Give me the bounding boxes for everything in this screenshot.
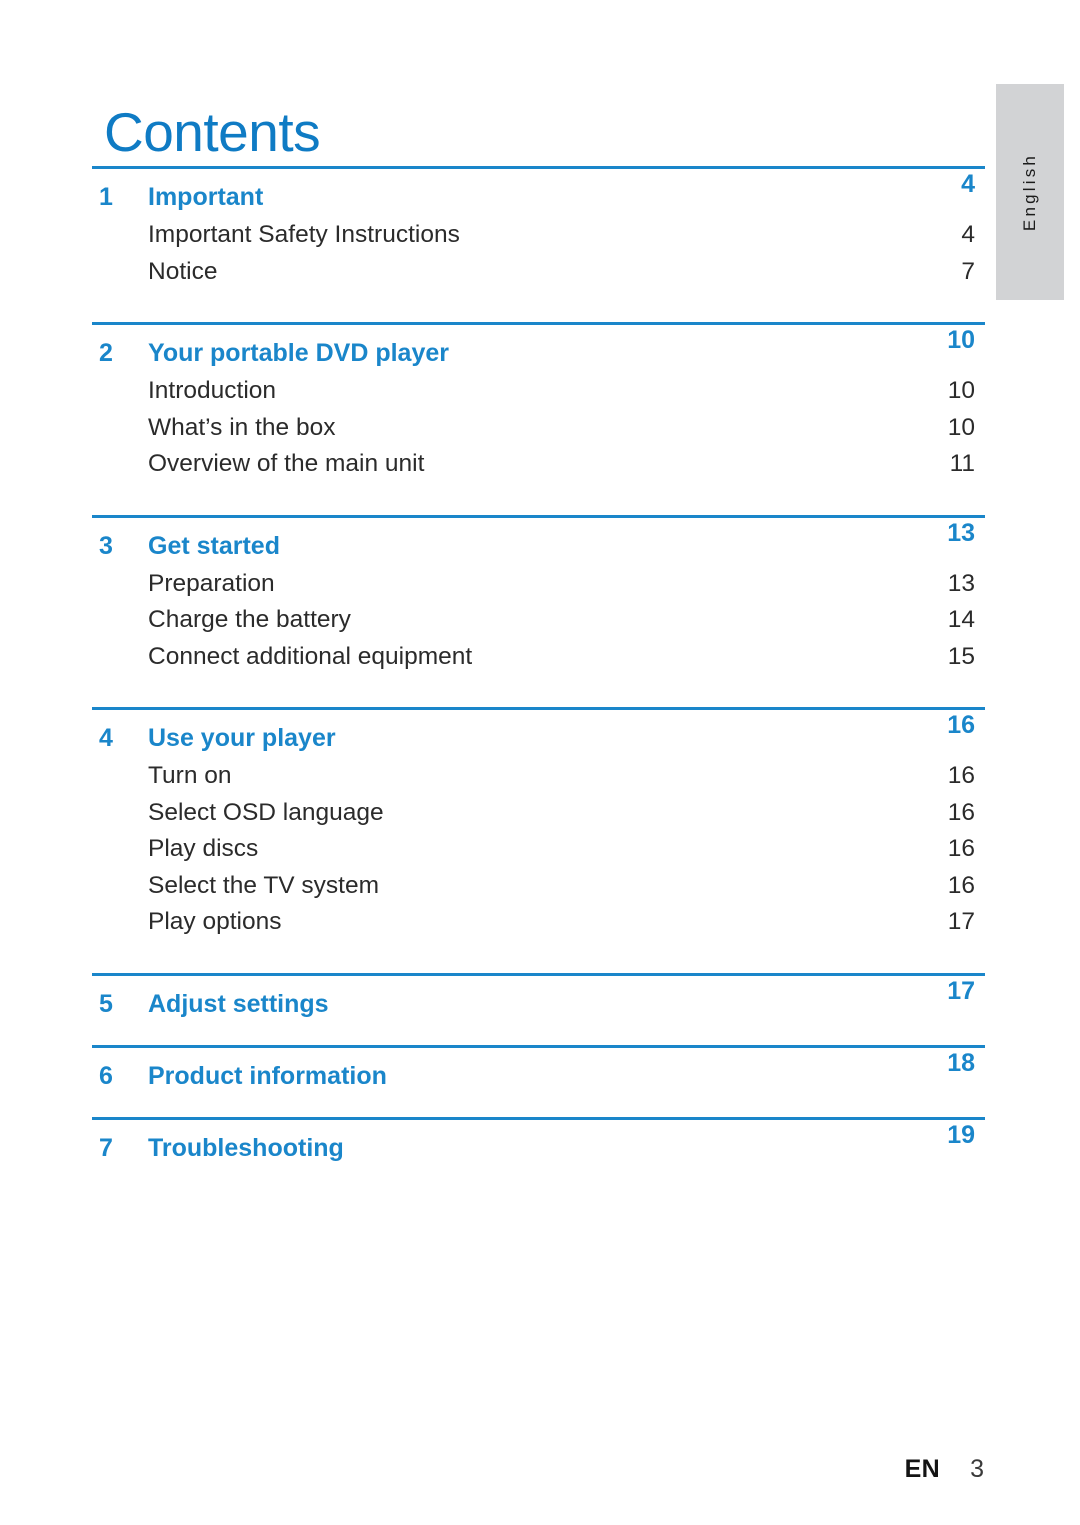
toc-section-page-number: 19	[947, 1120, 975, 1149]
toc-section: 1 Important 4 Important Safety Instructions…	[92, 166, 985, 290]
toc-subitem-page-number: 4	[961, 221, 975, 248]
toc-section-row[interactable]: 2 Your portable DVD player 10	[92, 325, 985, 368]
toc-subitem-row[interactable]: Important Safety Instructions 4	[148, 217, 985, 254]
toc-subitem-list: Important Safety Instructions 4 Notice 7	[92, 212, 985, 290]
toc-section-row[interactable]: 6 Product information 18	[92, 1048, 985, 1091]
toc-subitem-page-number: 15	[947, 642, 975, 670]
toc-subitem-row[interactable]: Introduction 10	[148, 373, 985, 410]
toc-subitem-row[interactable]: Play options 17	[148, 904, 985, 941]
page-footer: EN 3	[905, 1455, 984, 1483]
toc-section-row[interactable]: 7 Troubleshooting 19	[92, 1120, 985, 1163]
toc-section-page-number: 18	[947, 1048, 975, 1077]
table-of-contents: 1 Important 4 Important Safety Instructions…	[92, 166, 985, 1163]
toc-subitem-row[interactable]: What’s in the box 10	[148, 410, 985, 447]
toc-subitem-row[interactable]: Turn on 16	[148, 758, 985, 795]
toc-section-page-number: 4	[961, 170, 975, 198]
toc-subitem-row[interactable]: Charge the battery 14	[148, 602, 985, 639]
toc-subitem-row[interactable]: Select the TV system 16	[148, 868, 985, 905]
toc-subitem-page-number: 16	[947, 835, 975, 862]
document-page: English Contents 1 Important 4 Important Sa…	[0, 0, 1080, 1525]
toc-subitem-page-number: 11	[949, 450, 975, 477]
toc-subitem-page-number: 16	[947, 762, 975, 789]
toc-section-row[interactable]: 1 Important 4	[92, 169, 985, 212]
toc-section: 3 Get started 13 Preparation 13 Charge the ba…	[92, 514, 985, 676]
toc-subitem-row[interactable]: Overview of the main unit 11	[148, 446, 985, 483]
toc-subitem-row[interactable]: Notice 7	[148, 254, 985, 291]
toc-subitem-list: Turn on 16 Select OSD language 16 Play discs…	[92, 753, 985, 941]
toc-section-page-number: 16	[947, 711, 975, 739]
toc-subitem-page-number: 14	[947, 606, 975, 633]
toc-subitem-page-number: 16	[947, 798, 975, 826]
toc-subitem-page-number: 7	[961, 257, 975, 285]
toc-section-row[interactable]: 3 Get started 13	[92, 518, 985, 561]
toc-section-row[interactable]: 5 Adjust settings 17	[92, 976, 985, 1019]
language-tab: English	[996, 84, 1064, 300]
toc-subitem-page-number: 16	[947, 871, 975, 899]
toc-subitem-page-number: 13	[947, 569, 975, 597]
toc-subitem-list: Introduction 10 What’s in the box 10 Overvie…	[92, 368, 985, 483]
language-tab-label: English	[1020, 152, 1039, 232]
toc-section-row[interactable]: 4 Use your player 16	[92, 710, 985, 753]
footer-language-code: EN	[904, 1455, 941, 1483]
toc-section: 7 Troubleshooting 19	[92, 1116, 985, 1163]
toc-subitem-row[interactable]: Play discs 16	[148, 831, 985, 868]
toc-section: 4 Use your player 16 Turn on 16 Select OSD la…	[92, 707, 985, 941]
toc-subitem-page-number: 10	[947, 377, 975, 404]
page-title: Contents	[104, 100, 321, 163]
toc-subitem-list: Preparation 13 Charge the battery 14 Connect…	[92, 561, 985, 676]
toc-subitem-row[interactable]: Preparation 13	[148, 566, 985, 603]
toc-section: 5 Adjust settings 17	[92, 972, 985, 1019]
toc-subitem-row[interactable]: Connect additional equipment 15	[148, 639, 985, 676]
toc-section: 2 Your portable DVD player 10 Introduction 1…	[92, 322, 985, 483]
toc-section: 6 Product information 18	[92, 1044, 985, 1091]
toc-subitem-row[interactable]: Select OSD language 16	[148, 795, 985, 832]
toc-section-page-number: 13	[947, 518, 975, 547]
toc-subitem-page-number: 10	[947, 413, 975, 441]
footer-page-number: 3	[970, 1455, 984, 1483]
toc-section-page-number: 17	[947, 976, 975, 1005]
toc-subitem-page-number: 17	[947, 908, 975, 935]
toc-section-page-number: 10	[947, 326, 975, 354]
